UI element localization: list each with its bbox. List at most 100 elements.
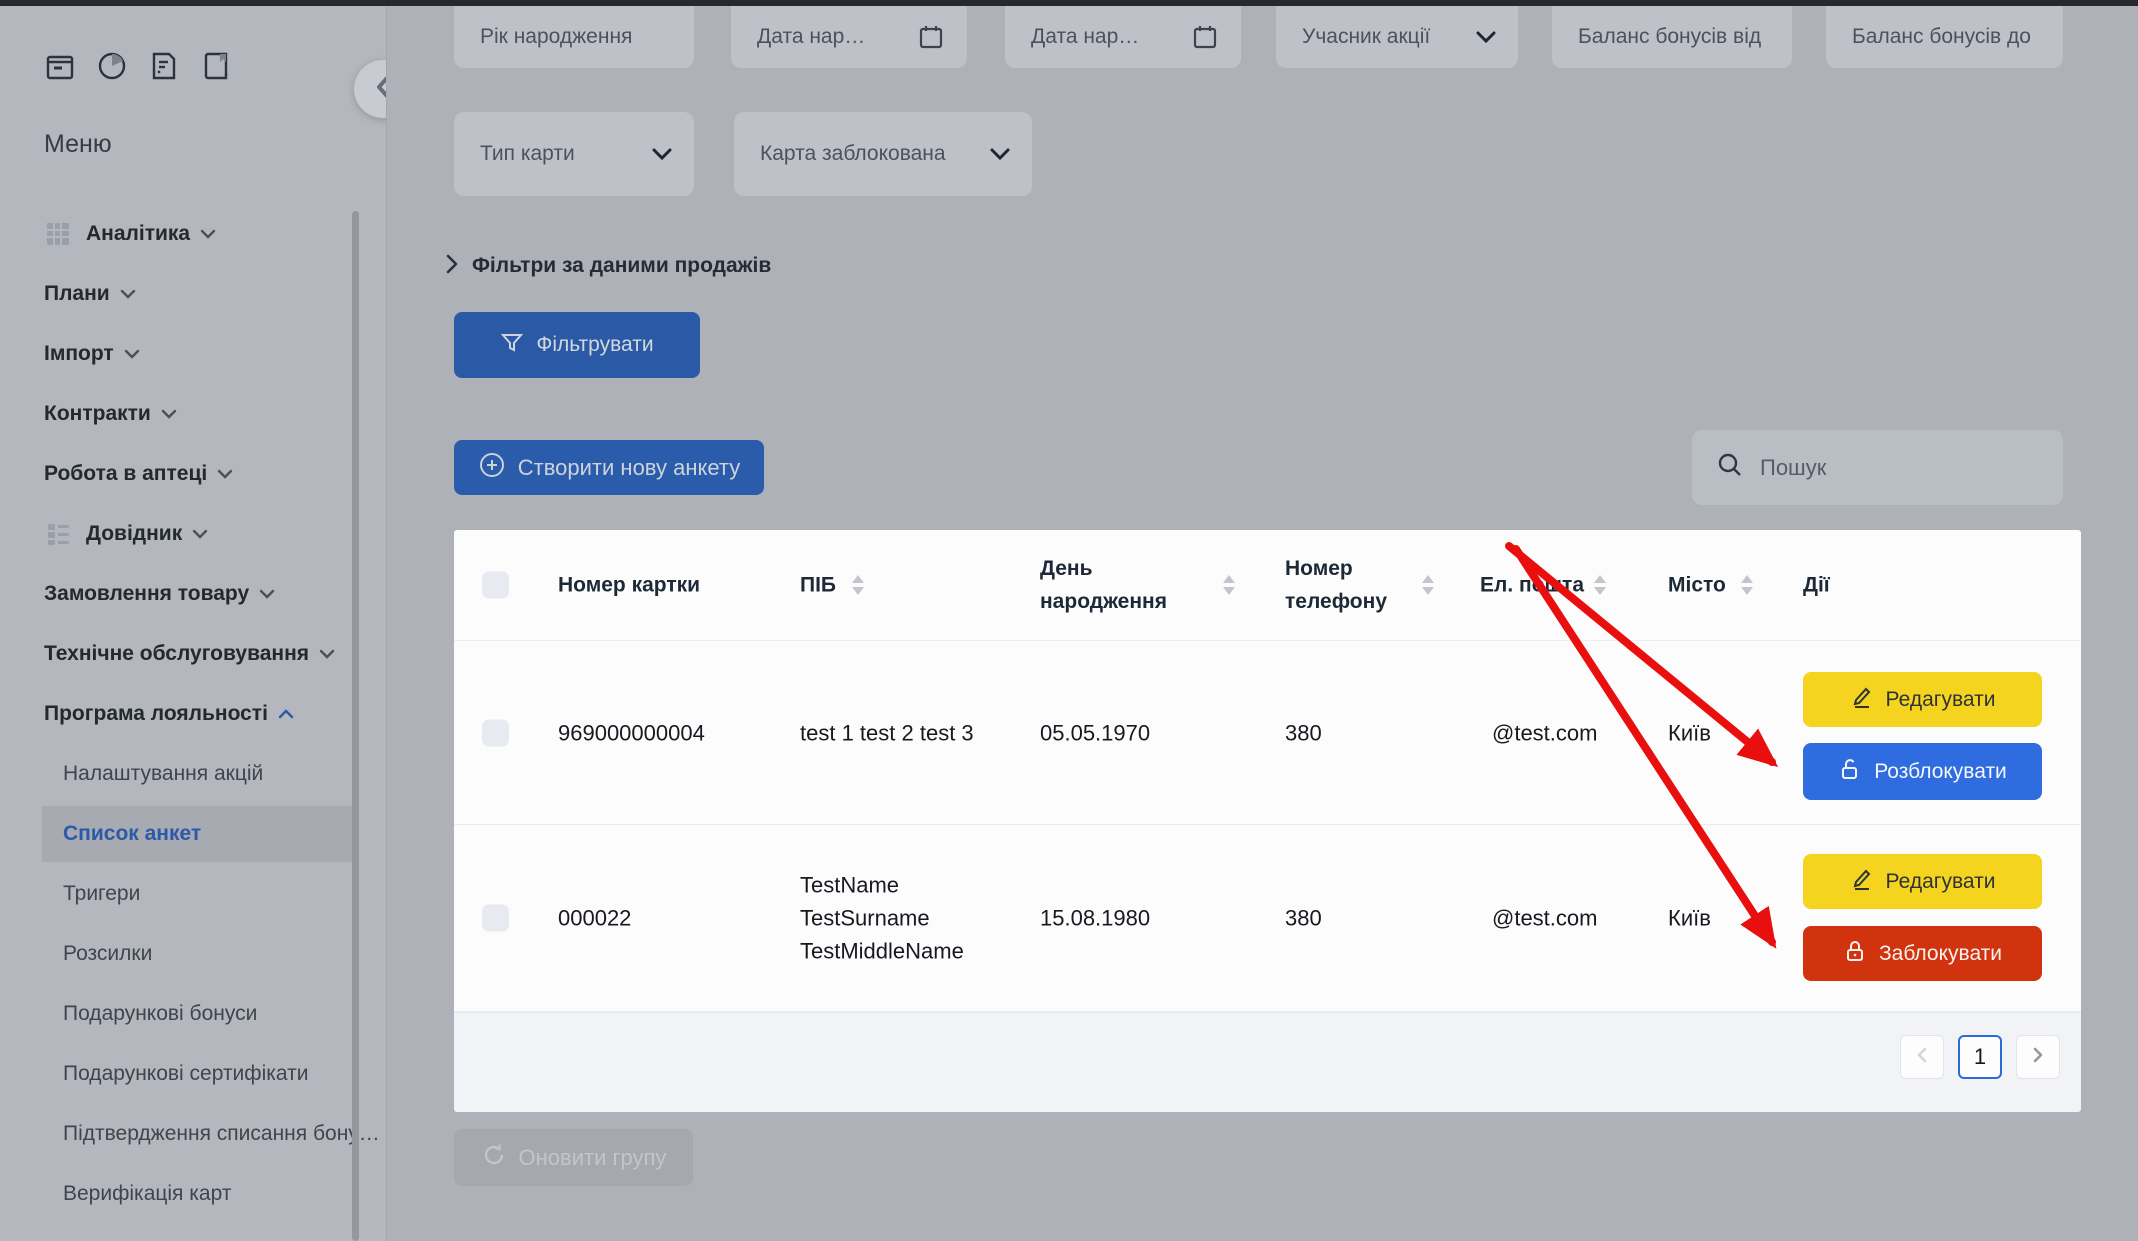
submenu-item-bonus-writeoff-confirm[interactable]: Підтвердження списання бону… bbox=[0, 1104, 386, 1164]
field-placeholder: Дата нар… bbox=[1031, 25, 1191, 49]
cell-email: @test.com bbox=[1492, 902, 1597, 935]
submenu-item-questionnaire-list[interactable]: Список анкет bbox=[42, 806, 357, 862]
sidebar-item-label: Аналітика bbox=[86, 222, 190, 246]
sidebar-item-pharmacy-work[interactable]: Робота в аптеці bbox=[0, 444, 386, 504]
unblock-button-label: Розблокувати bbox=[1874, 760, 2007, 784]
sidebar-item-directory[interactable]: Довідник bbox=[0, 504, 386, 564]
filter-button-label: Фільтрувати bbox=[536, 333, 653, 357]
cell-city: Київ bbox=[1668, 902, 1711, 935]
archive-box-icon[interactable] bbox=[44, 50, 76, 82]
field-placeholder: Рік народження bbox=[480, 25, 672, 49]
edit-button[interactable]: Редагувати bbox=[1803, 854, 2042, 909]
submenu-item-gift-certificates[interactable]: Подарункові сертифікати bbox=[0, 1044, 386, 1104]
field-placeholder: Дата нар… bbox=[757, 25, 917, 49]
year-of-birth-field[interactable]: Рік народження bbox=[454, 6, 694, 68]
chevron-down-icon bbox=[990, 148, 1010, 160]
pagination-next-button[interactable] bbox=[2016, 1035, 2060, 1079]
funnel-icon bbox=[500, 331, 524, 360]
sales-filters-label: Фільтри за даними продажів bbox=[472, 254, 771, 278]
column-header-birthday: День народження bbox=[1040, 552, 1195, 618]
calendar-icon bbox=[1191, 23, 1219, 51]
sidebar-item-goods-order[interactable]: Замовлення товару bbox=[0, 564, 386, 624]
chevron-right-icon bbox=[446, 254, 458, 279]
sidebar-item-label: Технічне обслуговування bbox=[44, 642, 309, 666]
filter-button[interactable]: Фільтрувати bbox=[454, 312, 700, 378]
sidebar-item-label: Програма лояльності bbox=[44, 702, 268, 726]
lock-open-icon bbox=[1838, 757, 1862, 786]
update-group-label: Оновити групу bbox=[519, 1145, 667, 1171]
pagination-prev-button[interactable] bbox=[1900, 1035, 1944, 1079]
promo-participant-select[interactable]: Учасник акції bbox=[1276, 6, 1518, 68]
column-header-full-name: ПІБ bbox=[800, 569, 836, 602]
cell-phone: 380 bbox=[1285, 716, 1322, 749]
cell-card-number: 000022 bbox=[558, 902, 631, 935]
chevron-down-icon bbox=[259, 589, 275, 599]
create-questionnaire-button[interactable]: Створити нову анкету bbox=[454, 440, 764, 495]
sort-control-birthday[interactable] bbox=[1223, 575, 1235, 595]
sort-control-city[interactable] bbox=[1741, 575, 1753, 595]
sidebar-scrollbar-thumb[interactable] bbox=[352, 211, 359, 1241]
sidebar-item-analytics[interactable]: Аналітика bbox=[0, 204, 386, 264]
row-checkbox[interactable] bbox=[482, 719, 509, 746]
table-row: 000022 TestName TestSurname TestMiddleNa… bbox=[454, 825, 2081, 1012]
submenu-item-triggers[interactable]: Тригери bbox=[0, 864, 386, 924]
chevron-down-icon bbox=[161, 409, 177, 419]
chevron-down-icon bbox=[124, 349, 140, 359]
chevron-up-icon bbox=[278, 709, 294, 719]
card-blocked-select[interactable]: Карта заблокована bbox=[734, 112, 1032, 196]
sidebar-collapse-button[interactable] bbox=[354, 60, 387, 118]
sort-control-phone[interactable] bbox=[1422, 575, 1434, 595]
submenu-item-promo-settings[interactable]: Налаштування акцій bbox=[0, 744, 386, 804]
calendar-icon bbox=[917, 23, 945, 51]
bonus-balance-to-field[interactable]: Баланс бонусів до bbox=[1826, 6, 2063, 68]
pie-chart-icon[interactable] bbox=[96, 50, 128, 82]
edit-button[interactable]: Редагувати bbox=[1803, 672, 2042, 727]
unblock-button[interactable]: Розблокувати bbox=[1803, 743, 2042, 800]
chevron-down-icon bbox=[217, 469, 233, 479]
sales-filters-expander[interactable]: Фільтри за даними продажів bbox=[446, 246, 771, 286]
column-header-phone: Номер телефону bbox=[1285, 552, 1415, 618]
edit-button-label: Редагувати bbox=[1886, 688, 1996, 712]
document-icon[interactable] bbox=[148, 50, 180, 82]
select-all-checkbox[interactable] bbox=[482, 572, 509, 599]
sidebar-item-label: Імпорт bbox=[44, 342, 114, 366]
chevron-left-icon bbox=[373, 75, 387, 104]
chevron-down-icon bbox=[192, 529, 208, 539]
sidebar-item-label: Робота в аптеці bbox=[44, 462, 207, 486]
sidebar-item-contracts[interactable]: Контракти bbox=[0, 384, 386, 444]
book-icon[interactable] bbox=[200, 50, 232, 82]
grid-table-icon bbox=[44, 220, 72, 248]
sidebar-item-import[interactable]: Імпорт bbox=[0, 324, 386, 384]
sidebar-item-loyalty-program[interactable]: Програма лояльності bbox=[0, 684, 386, 744]
cell-full-name: TestName TestSurname TestMiddleName bbox=[800, 869, 1030, 968]
submenu-item-gift-bonuses[interactable]: Подарункові бонуси bbox=[0, 984, 386, 1044]
sidebar-item-plans[interactable]: Плани bbox=[0, 264, 386, 324]
birth-date-to-field[interactable]: Дата нар… bbox=[1005, 6, 1241, 68]
chevron-left-icon bbox=[1915, 1046, 1929, 1069]
sort-control-email[interactable] bbox=[1594, 575, 1606, 595]
chevron-down-icon bbox=[200, 229, 216, 239]
card-type-select[interactable]: Тип карти bbox=[454, 112, 694, 196]
cell-birthday: 05.05.1970 bbox=[1040, 716, 1150, 749]
submenu-item-card-verification[interactable]: Верифікація карт bbox=[0, 1164, 386, 1224]
birth-date-from-field[interactable]: Дата нар… bbox=[731, 6, 967, 68]
cell-full-name: test 1 test 2 test 3 bbox=[800, 716, 974, 749]
block-button[interactable]: Заблокувати bbox=[1803, 926, 2042, 981]
search-input[interactable]: Пошук bbox=[1692, 430, 2063, 505]
questionnaire-table: Номер картки ПІБ День народження Номер т… bbox=[454, 530, 2081, 1110]
cell-birthday: 15.08.1980 bbox=[1040, 902, 1150, 935]
sort-control-full-name[interactable] bbox=[852, 575, 864, 595]
row-checkbox[interactable] bbox=[482, 905, 509, 932]
sidebar-item-maintenance[interactable]: Технічне обслуговування bbox=[0, 624, 386, 684]
update-group-button[interactable]: Оновити групу bbox=[454, 1129, 693, 1186]
sidebar-item-label: Плани bbox=[44, 282, 110, 306]
field-placeholder: Баланс бонусів від bbox=[1578, 25, 1770, 49]
chevron-down-icon bbox=[120, 289, 136, 299]
sidebar-item-label: Контракти bbox=[44, 402, 151, 426]
submenu-item-mailings[interactable]: Розсилки bbox=[0, 924, 386, 984]
search-icon bbox=[1716, 451, 1744, 484]
bonus-balance-from-field[interactable]: Баланс бонусів від bbox=[1552, 6, 1792, 68]
cell-email: @test.com bbox=[1492, 716, 1597, 749]
pagination-page-1[interactable]: 1 bbox=[1958, 1035, 2002, 1079]
pencil-icon bbox=[1850, 867, 1874, 896]
